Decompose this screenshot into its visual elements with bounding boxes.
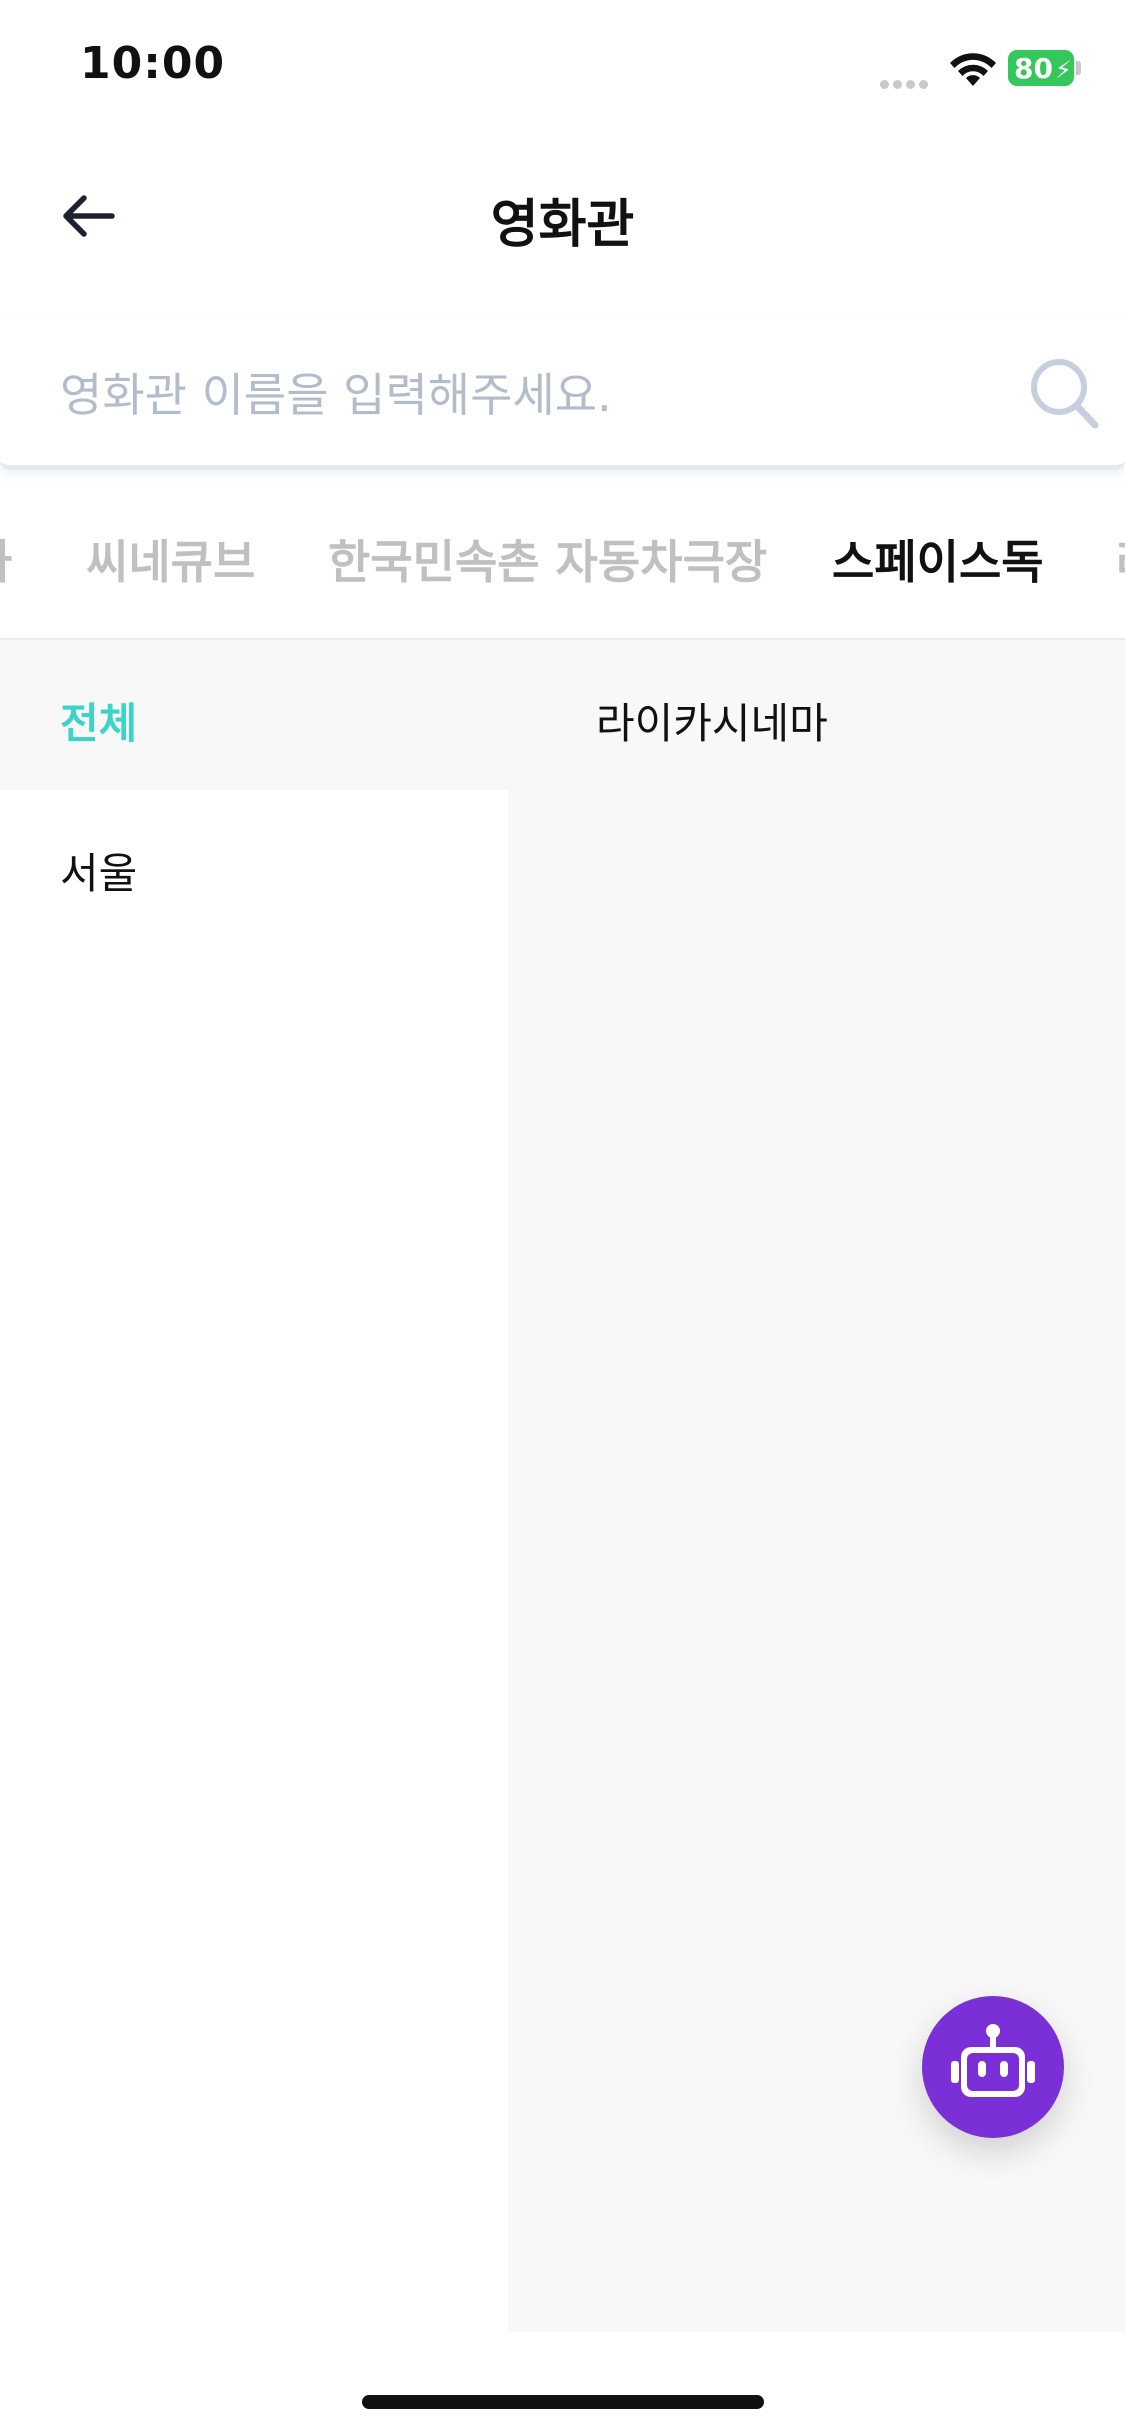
battery-icon: 80 ⚡ [1008, 50, 1081, 86]
robot-icon [951, 2024, 1035, 2097]
cellular-signal-icon [880, 74, 932, 93]
wifi-icon [950, 53, 996, 86]
tab-spacedog[interactable]: 스페이스독 [832, 526, 1044, 592]
region-item-seoul[interactable]: 서울 [0, 790, 508, 940]
status-time: 10:00 [80, 38, 226, 89]
search-bar [0, 320, 1125, 470]
page-title: 영화관 [490, 195, 635, 255]
tab-previous[interactable]: 카 [0, 526, 12, 592]
battery-cap [1076, 61, 1081, 75]
theater-item[interactable]: 라이카시네마 [508, 640, 1125, 790]
chatbot-button[interactable] [922, 1996, 1064, 2138]
tab-next[interactable]: 라 [1116, 526, 1125, 592]
theater-brand-tabs: 카 씨네큐브 한국민속촌 자동차극장 스페이스독 라 [0, 490, 1125, 640]
tab-cinecube[interactable]: 씨네큐브 [86, 526, 255, 592]
charging-bolt-icon: ⚡ [1055, 56, 1072, 84]
battery-level: 80 [1014, 52, 1053, 85]
region-item-all[interactable]: 전체 [0, 640, 508, 790]
region-item-label: 서울 [60, 849, 138, 898]
search-input[interactable] [60, 355, 1000, 435]
region-item-label: 전체 [60, 699, 138, 748]
tab-korean-folk-village-drive-in[interactable]: 한국민속촌 자동차극장 [328, 526, 767, 592]
status-bar: 10:00 80 ⚡ [0, 0, 1125, 140]
home-indicator[interactable] [362, 2395, 764, 2409]
header: 영화관 [0, 140, 1125, 290]
region-list-background [0, 940, 508, 2332]
search-icon[interactable] [1027, 353, 1102, 433]
screen: 10:00 80 ⚡ 영화관 영화관 이름을 입력해주세요. 씨네큐브 한국민속… [0, 0, 1125, 2436]
battery-body: 80 ⚡ [1008, 50, 1074, 86]
region-list: 전체 서울 [0, 640, 508, 2332]
theater-item-label: 라이카시네마 [596, 699, 828, 748]
